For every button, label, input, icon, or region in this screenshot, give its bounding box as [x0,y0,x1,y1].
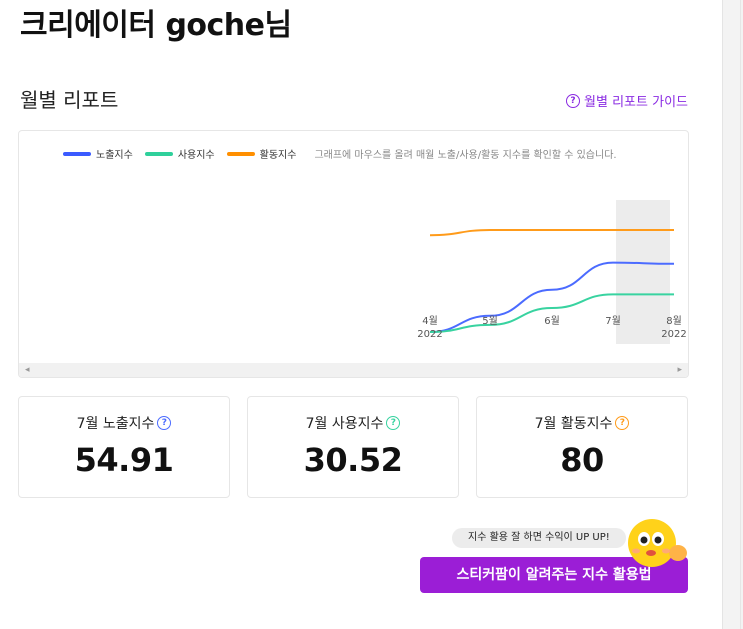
line-chart-canvas[interactable]: 4월 2022 5월 6월 7월 8월 2022 [19,131,688,363]
scrollbar-divider [740,0,741,629]
stat-label-usage: 7월 사용지수 ? [248,413,458,433]
question-circle-icon: ? [566,93,581,108]
tip-bubble: 지수 활용 잘 하면 수익이 UP UP! [452,528,626,548]
stat-label-activity: 7월 활동지수 ? [477,413,687,433]
monthly-report-title: 월별 리포트 [20,88,119,112]
stat-card-activity: 7월 활동지수 ? 80 [476,396,688,498]
stat-card-exposure: 7월 노출지수 ? 54.91 [18,396,230,498]
stat-value-exposure: 54.91 [74,441,174,479]
x-tick-label: 5월 [482,315,498,327]
page-scrollbar[interactable] [722,0,743,629]
x-tick-year-label: 2022 [417,329,442,340]
help-icon[interactable]: ? [615,416,630,430]
stat-label-text: 7월 노출지수 [76,416,155,432]
page-title: 크리에이터 goche님 [20,8,292,43]
x-tick-label: 7월 [605,315,621,327]
hover-highlight-band [616,200,670,344]
chart-horizontal-scrollbar[interactable]: ◂ ▸ [19,363,688,377]
x-tick-label: 6월 [544,315,560,327]
page-scrollbar-thumb[interactable] [729,4,738,604]
help-icon[interactable]: ? [386,416,401,430]
stat-value-usage: 30.52 [303,441,403,479]
stat-label-text: 7월 활동지수 [534,416,613,432]
guide-link-label: 월별 리포트 가이드 [584,95,688,110]
sticker-mascot-icon [628,519,687,567]
stat-card-usage: 7월 사용지수 ? 30.52 [247,396,459,498]
main-content: 크리에이터 goche님 월별 리포트 ? 월별 리포트 가이드 노출지수 사용… [0,0,722,629]
x-tick-year-label: 2022 [661,329,686,340]
stat-label-exposure: 7월 노출지수 ? [19,413,229,433]
stat-value-activity: 80 [560,441,604,479]
scroll-right-icon[interactable]: ▸ [677,363,682,377]
x-tick-label: 4월 [422,315,438,327]
monthly-report-chart[interactable]: 노출지수 사용지수 활동지수 그래프에 마우스를 올려 매월 노출/사용/활동 … [18,130,689,378]
stat-label-text: 7월 사용지수 [305,416,384,432]
scroll-left-icon[interactable]: ◂ [25,363,30,377]
monthly-report-guide-link[interactable]: ? 월별 리포트 가이드 [566,91,688,110]
help-icon[interactable]: ? [157,416,172,430]
x-tick-label: 8월 [666,315,682,327]
